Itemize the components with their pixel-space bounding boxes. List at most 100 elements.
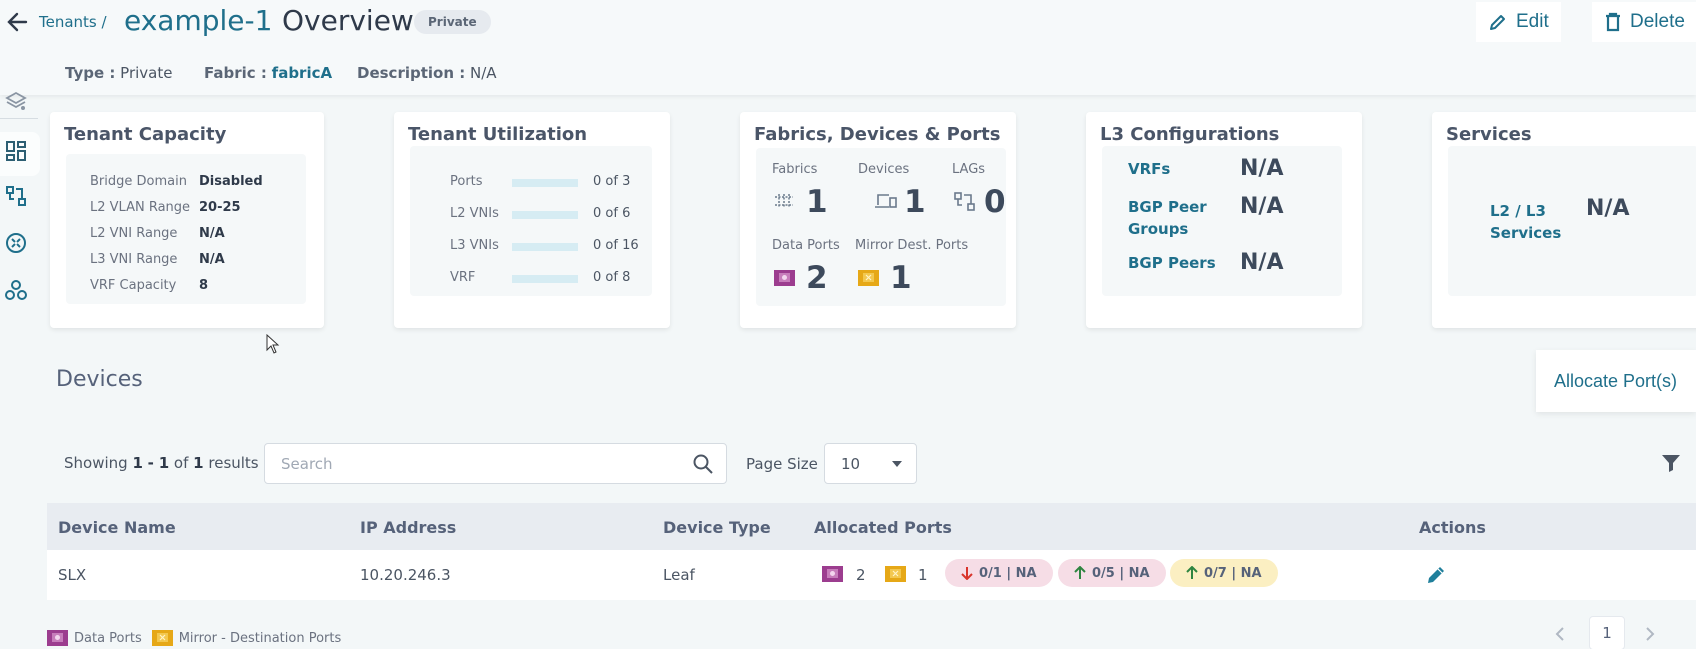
tenant-utilization-body: Ports 0 of 3 L2 VNIs 0 of 6 L3 VNIs 0 of 16… — [410, 146, 652, 296]
type-label: Type : — [65, 64, 116, 82]
l3-configurations-card: L3 Configurations VRFs N/A BGP Peer Group… — [1086, 112, 1362, 328]
filter-icon[interactable] — [1661, 453, 1681, 473]
edit-button[interactable]: Edit — [1476, 2, 1561, 42]
data-ports-count-cell: 2 — [856, 566, 866, 584]
tenant-name: example-1 — [124, 4, 273, 37]
mirror-ports-count[interactable]: 1 — [890, 260, 912, 296]
utilization-bar — [512, 211, 578, 219]
page-title: Overview — [282, 4, 414, 37]
fabric-label: Fabric : — [204, 64, 267, 82]
description-label: Description : — [357, 64, 466, 82]
devices-table-header: Device Name IP Address Device Type Alloc… — [47, 503, 1696, 550]
devices-label: Devices — [858, 162, 910, 177]
utilization-bar — [512, 179, 578, 187]
utilization-row: Ports 0 of 3 — [450, 174, 631, 189]
l3-body: VRFs N/A BGP Peer Groups N/A BGP Peers N/… — [1102, 146, 1342, 296]
delete-button[interactable]: Delete — [1592, 2, 1696, 42]
search-input[interactable] — [265, 444, 665, 483]
lags-count[interactable]: 0 — [984, 184, 1006, 220]
pagination-next-icon[interactable] — [1644, 626, 1656, 642]
data-port-icon — [47, 630, 68, 646]
page-size-select[interactable]: 10 — [824, 443, 917, 484]
tenant-capacity-title: Tenant Capacity — [64, 124, 227, 145]
page-size-value: 10 — [841, 455, 861, 473]
vrfs-value: N/A — [1240, 156, 1284, 181]
chevron-down-icon — [892, 461, 902, 467]
table-row[interactable]: SLX 10.20.246.3 Leaf 2 1 0/1 | NA 0/5 | … — [47, 550, 1696, 600]
fabrics-count[interactable]: 1 — [806, 184, 828, 220]
sidebar-item-network[interactable] — [3, 277, 29, 303]
fabric-link[interactable]: fabricA — [272, 64, 332, 82]
device-type-cell: Leaf — [663, 566, 695, 584]
port-status-pill[interactable]: 0/7 | NA — [1170, 559, 1278, 587]
bgp-peers-value: N/A — [1240, 250, 1284, 275]
fabrics-label: Fabrics — [772, 162, 818, 177]
mouse-cursor-icon — [266, 334, 280, 354]
utilization-bar — [512, 243, 578, 251]
back-button[interactable] — [4, 6, 32, 38]
arrow-up-icon — [1186, 566, 1198, 579]
meta-fabric: Fabric : fabricA — [204, 64, 332, 82]
meta-description: Description : N/A — [357, 64, 497, 82]
delete-label: Delete — [1630, 11, 1685, 32]
sidebar-item-topology[interactable] — [3, 183, 29, 209]
utilization-bar — [512, 275, 578, 283]
description-value: N/A — [470, 64, 497, 82]
edit-label: Edit — [1516, 11, 1549, 32]
device-name-cell[interactable]: SLX — [58, 566, 86, 584]
results-summary: Showing 1 - 1 of 1 results — [64, 454, 259, 472]
column-header-actions: Actions — [1419, 518, 1486, 537]
mirror-ports-label: Mirror Dest. Ports — [855, 238, 969, 253]
devices-section-title: Devices — [56, 367, 143, 392]
vrfs-link[interactable]: VRFs — [1128, 158, 1170, 180]
sidebar-item-dashboard[interactable] — [3, 138, 29, 164]
breadcrumb-tenants[interactable]: Tenants / — [39, 13, 107, 31]
data-port-icon — [774, 270, 795, 286]
topology-icon — [6, 186, 26, 206]
services-body: L2 / L3 Services N/A — [1448, 146, 1696, 296]
sidebar-item-router[interactable] — [3, 230, 29, 256]
mirror-ports-count-cell: 1 — [918, 566, 928, 584]
mirror-port-icon — [151, 630, 173, 646]
bgp-peers-link[interactable]: BGP Peers — [1128, 252, 1216, 274]
bgp-peer-groups-link[interactable]: BGP Peer Groups — [1128, 196, 1207, 240]
bgp-peer-groups-value: N/A — [1240, 194, 1284, 219]
sidebar-item-layers[interactable] — [3, 88, 29, 114]
search-field[interactable] — [264, 443, 727, 484]
column-header-device-type[interactable]: Device Type — [663, 518, 771, 537]
network-nodes-icon — [5, 280, 27, 300]
pagination-current-page[interactable]: 1 — [1589, 616, 1625, 649]
services-value: N/A — [1586, 196, 1630, 221]
edit-row-pencil-icon[interactable] — [1425, 564, 1447, 586]
tenant-capacity-card: Tenant Capacity Bridge Domain Disabled L2… — [50, 112, 324, 328]
utilization-row: VRF 0 of 8 — [450, 270, 631, 285]
pencil-icon — [1490, 15, 1505, 30]
column-header-device-name[interactable]: Device Name — [58, 518, 176, 537]
column-header-allocated-ports[interactable]: Allocated Ports — [814, 518, 952, 537]
l2-l3-services-link[interactable]: L2 / L3 Services — [1490, 200, 1561, 244]
type-value: Private — [120, 64, 173, 82]
data-ports-label: Data Ports — [772, 238, 840, 253]
tenant-utilization-title: Tenant Utilization — [408, 124, 588, 145]
allocate-ports-button[interactable]: Allocate Port(s) — [1536, 350, 1696, 412]
tenant-capacity-body: Bridge Domain Disabled L2 VLAN Range 20-25… — [66, 154, 306, 304]
fabrics-devices-ports-card: Fabrics, Devices & Ports Fabrics 1 Devic… — [740, 112, 1016, 328]
data-ports-count[interactable]: 2 — [806, 260, 828, 296]
tenant-type-badge: Private — [414, 10, 491, 34]
layers-icon — [5, 91, 27, 110]
lag-icon — [954, 192, 975, 211]
fdp-title: Fabrics, Devices & Ports — [754, 124, 1001, 145]
ports-legend: Data Ports Mirror - Destination Ports — [47, 630, 341, 646]
column-header-ip-address[interactable]: IP Address — [360, 518, 456, 537]
search-icon[interactable] — [692, 453, 714, 475]
port-status-pill[interactable]: 0/1 | NA — [945, 559, 1053, 587]
pagination-prev-icon[interactable] — [1554, 626, 1566, 642]
lags-label: LAGs — [952, 162, 986, 177]
port-status-pill[interactable]: 0/5 | NA — [1058, 559, 1166, 587]
mirror-port-icon — [885, 566, 906, 582]
fdp-body: Fabrics 1 Devices 1 LAGs 0 Data Ports 2 … — [756, 148, 1006, 306]
services-title: Services — [1446, 124, 1532, 145]
devices-count[interactable]: 1 — [904, 184, 926, 220]
sidebar-divider — [0, 118, 38, 119]
services-card: Services L2 / L3 Services N/A — [1432, 112, 1696, 328]
